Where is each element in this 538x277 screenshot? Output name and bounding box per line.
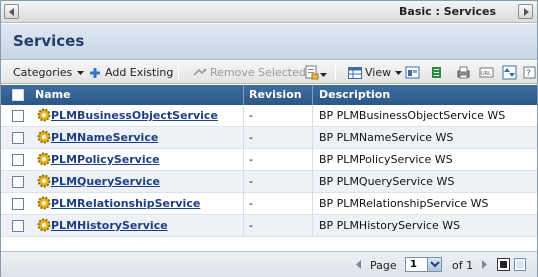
service-name-link[interactable]: PLMPolicyService xyxy=(51,153,160,166)
table-row: PLMBusinessObjectService - BP PLMBusines… xyxy=(1,105,537,127)
service-gear-icon xyxy=(37,174,51,188)
revision-cell: - xyxy=(249,219,253,232)
page-title: Services xyxy=(13,32,85,50)
table-view-icon xyxy=(348,66,362,79)
current-page-value: 1 xyxy=(410,259,417,270)
table-row: PLMRelationshipService - BP PLMRelations… xyxy=(1,193,537,215)
table-row: PLMQueryService - BP PLMQueryService WS xyxy=(1,171,537,193)
description-cell: BP PLMRelationshipService WS xyxy=(319,197,489,210)
categories-label: Categories xyxy=(13,66,73,79)
view-menu[interactable]: View xyxy=(348,66,403,79)
service-name-link[interactable]: PLMHistoryService xyxy=(51,219,168,232)
caret-down-icon xyxy=(395,70,403,75)
row-checkbox[interactable] xyxy=(12,154,24,166)
spreadsheet-icon[interactable] xyxy=(429,65,444,80)
toolbar: Categories Add Existing Remove Selected xyxy=(1,61,537,84)
row-checkbox[interactable] xyxy=(12,176,24,188)
title-bar: Basic : Services xyxy=(1,1,537,23)
column-divider xyxy=(243,85,244,105)
help-icon[interactable]: ? xyxy=(523,65,538,80)
chevron-down-icon xyxy=(430,261,440,268)
service-gear-icon xyxy=(37,108,51,122)
table-header: Name Revision Description xyxy=(1,85,537,105)
column-header-description[interactable]: Description xyxy=(319,88,390,101)
toolbar-divider xyxy=(335,64,336,81)
revision-cell: - xyxy=(249,175,253,188)
service-name-link[interactable]: PLMBusinessObjectService xyxy=(51,109,218,122)
table-row: PLMHistoryService - BP PLMHistoryService… xyxy=(1,215,537,237)
description-cell: BP PLMBusinessObjectService WS xyxy=(319,109,506,122)
window-title: Basic : Services xyxy=(399,5,496,18)
service-name-link[interactable]: PLMQueryService xyxy=(51,175,160,188)
description-cell: BP PLMHistoryService WS xyxy=(319,219,461,232)
full-list-view-icon[interactable] xyxy=(514,258,526,271)
sort-icon[interactable] xyxy=(502,65,517,80)
collapse-right-button[interactable] xyxy=(518,4,533,19)
revision-cell: - xyxy=(249,131,253,144)
page-label: Page xyxy=(370,259,397,272)
service-gear-icon xyxy=(37,196,51,210)
services-window: Basic : Services Services Categories Add… xyxy=(0,0,538,277)
select-all-checkbox[interactable] xyxy=(12,89,24,101)
column-divider xyxy=(312,85,313,105)
column-header-revision[interactable]: Revision xyxy=(249,88,302,101)
view-label: View xyxy=(365,66,392,79)
svg-text:URL: URL xyxy=(481,71,491,77)
remove-selected-label: Remove Selected xyxy=(210,66,306,79)
row-checkbox[interactable] xyxy=(12,198,24,210)
print-icon[interactable] xyxy=(456,65,471,80)
revision-cell: - xyxy=(249,109,253,122)
page-select[interactable]: 1 xyxy=(405,257,442,272)
categories-menu[interactable]: Categories xyxy=(13,66,85,79)
table-row: PLMPolicyService - BP PLMPolicyService W… xyxy=(1,149,537,171)
page-count-label: of 1 xyxy=(452,259,474,272)
mass-edit-icon[interactable] xyxy=(405,65,420,80)
page-header: Services xyxy=(1,24,537,60)
page-dropdown-button[interactable] xyxy=(427,258,441,271)
table-row: PLMNameService - BP PLMNameService WS xyxy=(1,127,537,149)
export-icon[interactable] xyxy=(304,65,319,80)
service-gear-icon xyxy=(37,130,51,144)
arrow-right-icon xyxy=(524,8,529,16)
url-icon[interactable]: URL xyxy=(479,65,494,80)
caret-down-icon xyxy=(77,70,85,75)
service-gear-icon xyxy=(37,152,51,166)
add-existing-button[interactable]: Add Existing xyxy=(89,66,173,79)
toolbar-divider xyxy=(178,64,179,81)
service-name-link[interactable]: PLMNameService xyxy=(51,131,158,144)
add-existing-label: Add Existing xyxy=(105,66,174,79)
collapse-left-button[interactable] xyxy=(4,4,19,19)
service-gear-icon xyxy=(37,218,51,232)
description-cell: BP PLMQueryService WS xyxy=(319,175,455,188)
row-checkbox[interactable] xyxy=(12,110,24,122)
paginated-view-icon[interactable] xyxy=(497,258,510,271)
revision-cell: - xyxy=(249,197,253,210)
pager-bar: Page 1 of 1 xyxy=(1,251,537,277)
description-cell: BP PLMPolicyService WS xyxy=(319,153,453,166)
svg-text:?: ? xyxy=(526,69,531,79)
export-caret-icon[interactable] xyxy=(320,68,328,83)
next-page-icon[interactable] xyxy=(482,260,488,269)
remove-selected-button[interactable]: Remove Selected xyxy=(193,66,306,79)
row-checkbox[interactable] xyxy=(12,132,24,144)
column-header-name[interactable]: Name xyxy=(35,88,71,101)
arrow-left-icon xyxy=(9,8,14,16)
remove-icon xyxy=(193,67,207,76)
row-checkbox[interactable] xyxy=(12,220,24,232)
previous-page-icon[interactable] xyxy=(356,260,362,269)
service-name-link[interactable]: PLMRelationshipService xyxy=(51,197,200,210)
description-cell: BP PLMNameService WS xyxy=(319,131,454,144)
revision-cell: - xyxy=(249,153,253,166)
add-icon xyxy=(90,67,100,78)
